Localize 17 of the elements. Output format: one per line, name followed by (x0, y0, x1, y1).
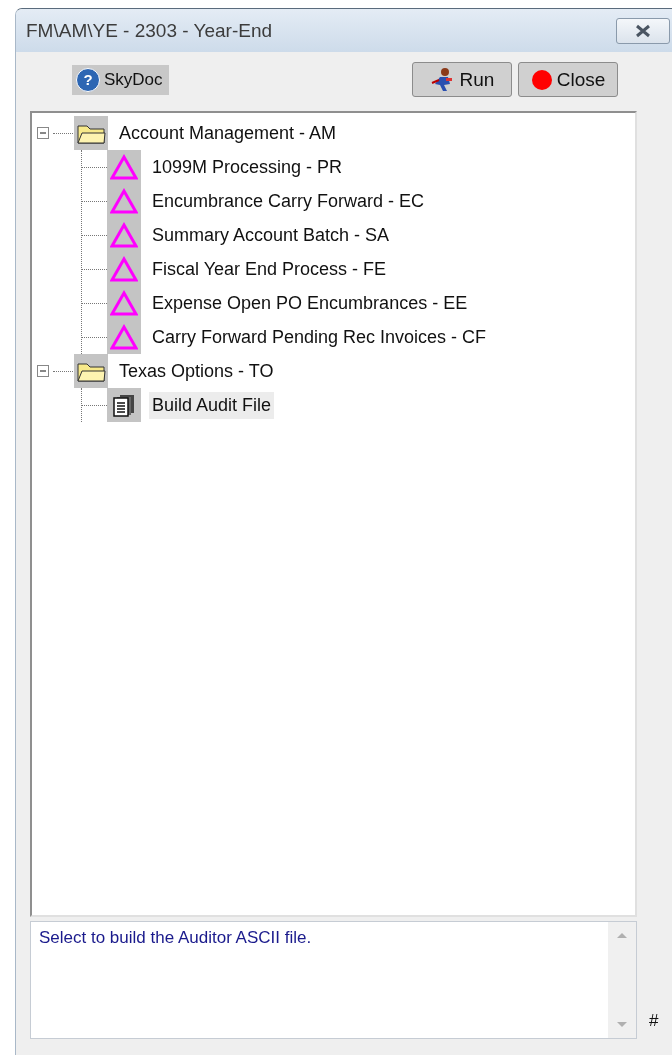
window-title: FM\AM\YE - 2303 - Year-End (26, 19, 274, 42)
help-icon: ? (76, 67, 100, 92)
tree-item[interactable]: Build Audit File (149, 391, 275, 419)
help-label: SkyDoc (104, 69, 163, 90)
run-button[interactable]: Run (412, 62, 512, 97)
tree-item[interactable]: 1099M Processing - PR (149, 153, 346, 181)
close-button[interactable]: Close (518, 62, 618, 97)
tree-item[interactable]: Account Management - AM (116, 119, 340, 147)
help-button[interactable]: ? SkyDoc (72, 64, 169, 95)
description-text: Select to build the Auditor ASCII file. (38, 927, 313, 949)
tree-item[interactable]: Fiscal Year End Process - FE (149, 255, 390, 283)
tree-item[interactable]: Summary Account Batch - SA (149, 221, 393, 249)
tree-item[interactable]: Encumbrance Carry Forward - EC (149, 187, 428, 215)
tree-item[interactable]: Expense Open PO Encumbrances - EE (149, 289, 471, 317)
tree-item[interactable]: Carry Forward Pending Rec Invoices - CF (149, 323, 490, 351)
corner-mark: # (649, 1011, 659, 1031)
tree-item[interactable]: Texas Options - TO (116, 357, 277, 385)
